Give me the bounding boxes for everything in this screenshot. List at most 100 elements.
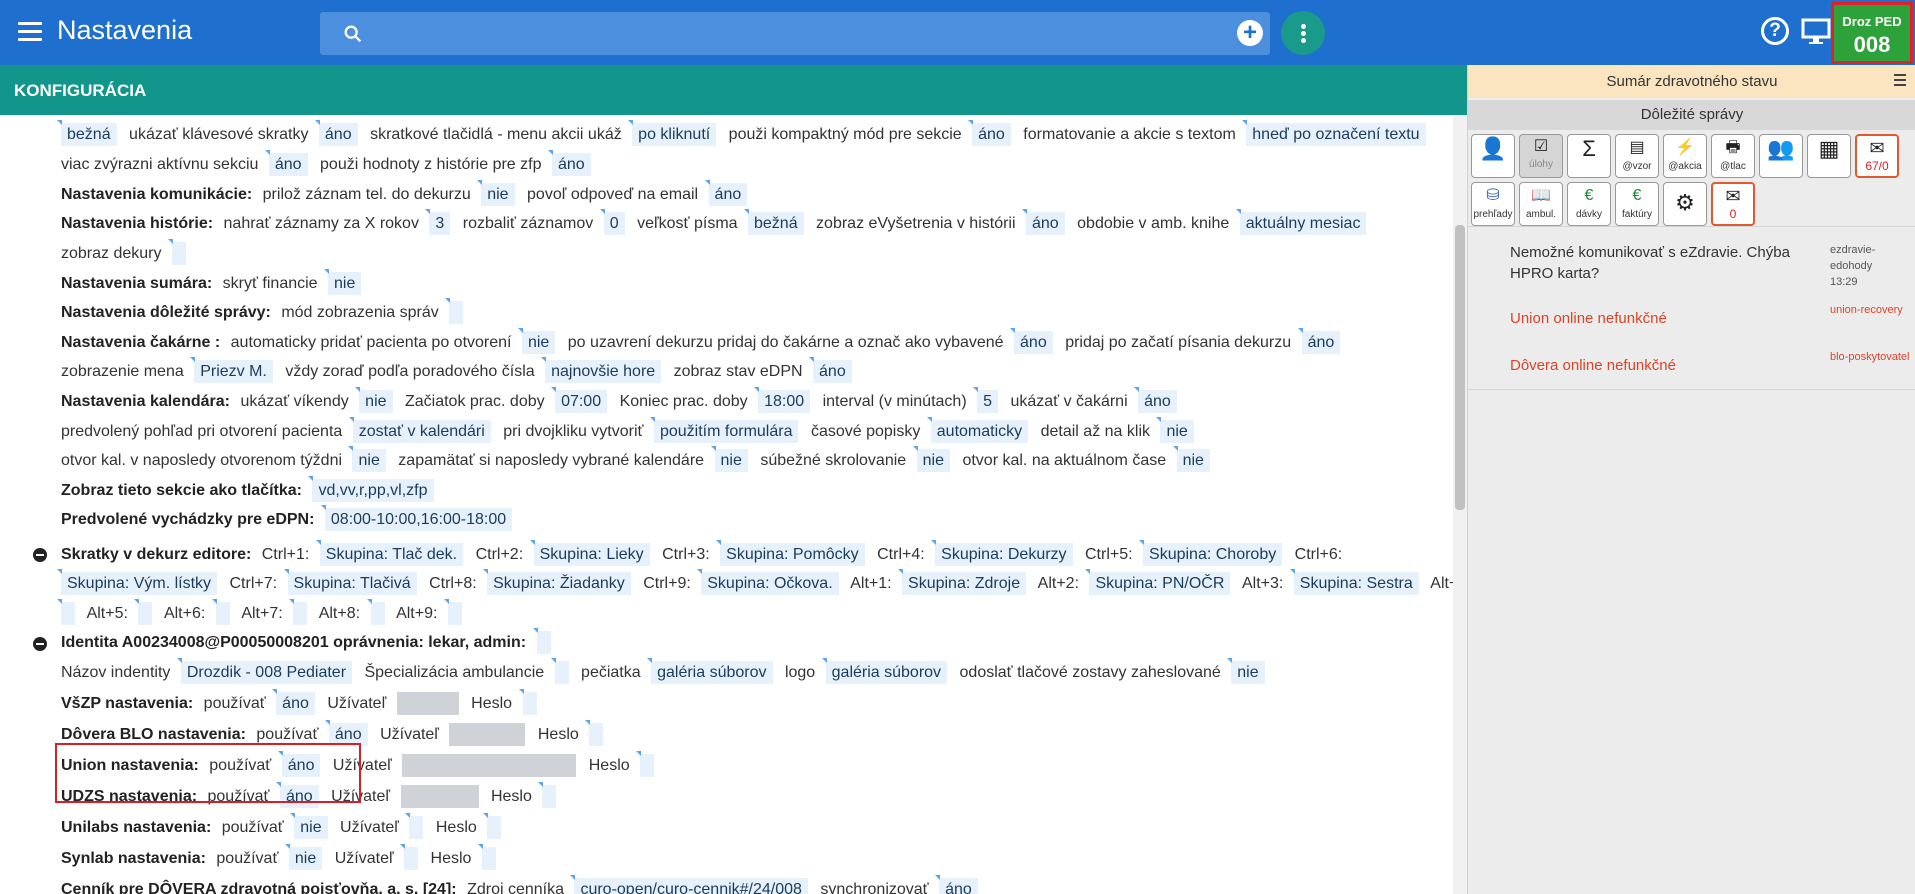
- value-name-display[interactable]: Priezv M.: [194, 360, 273, 384]
- value-compact-mode[interactable]: áno: [972, 123, 1011, 147]
- batches-tile[interactable]: € dávky: [1567, 182, 1611, 226]
- value-union-password[interactable]: [640, 754, 655, 778]
- value-highlight-section[interactable]: áno: [268, 153, 308, 177]
- search-bar[interactable]: [320, 12, 1270, 55]
- ambulance-book-tile[interactable]: 📖 ambul.: [1519, 182, 1563, 226]
- value-shortcut-menu[interactable]: po kliknutí: [632, 123, 717, 147]
- value-text-format[interactable]: hneď po označení textu: [1246, 123, 1426, 147]
- value-show-shortcuts[interactable]: áno: [318, 123, 358, 147]
- value-history-years[interactable]: 3: [429, 212, 451, 236]
- scrollbar-thumb[interactable]: [1455, 225, 1465, 510]
- value-logo[interactable]: galéria súborov: [825, 661, 948, 685]
- value-ctrl1[interactable]: Skupina: Tlač dek.: [319, 543, 464, 567]
- value-ctrl4[interactable]: Skupina: Dekurzy: [935, 543, 1073, 567]
- value-alt9[interactable]: [447, 602, 462, 626]
- value-pricelist-sync[interactable]: áno: [939, 878, 978, 894]
- dovera-user-redacted[interactable]: [449, 723, 526, 747]
- value-ctrl9[interactable]: Skupina: Očkova.: [701, 572, 839, 596]
- patient-search-tile[interactable]: 👤: [1471, 134, 1515, 178]
- summary-menu-icon[interactable]: [1894, 74, 1906, 89]
- waiting-room-tile[interactable]: 👥: [1759, 134, 1803, 178]
- value-alt4[interactable]: [61, 602, 75, 626]
- value-show-dekury[interactable]: [171, 242, 186, 266]
- menu-icon[interactable]: [18, 22, 42, 42]
- value-remember-calendars[interactable]: nie: [714, 449, 748, 473]
- message-ezdravie[interactable]: Nemožné komunikovať s eZdravie. Chýba HP…: [1510, 242, 1810, 284]
- invoices-tile[interactable]: € faktúry: [1615, 182, 1659, 226]
- value-alt6[interactable]: [215, 602, 230, 626]
- value-unilabs-password[interactable]: [487, 816, 502, 840]
- value-unilabs-use[interactable]: nie: [294, 816, 328, 840]
- value-history-font[interactable]: bežná: [748, 212, 804, 236]
- value-encrypt-prints[interactable]: nie: [1231, 661, 1265, 685]
- value-auto-add-patient[interactable]: nie: [521, 331, 556, 355]
- print-tile[interactable]: 🖶 @tlac: [1711, 134, 1755, 178]
- value-amb-period[interactable]: aktuálny mesiac: [1239, 212, 1367, 236]
- value-alt2[interactable]: Skupina: PN/OČR: [1089, 572, 1231, 596]
- value-attach-phone[interactable]: nie: [481, 183, 515, 207]
- mail-sent-tile[interactable]: ✉ 0: [1711, 182, 1755, 226]
- sum-edit-tile[interactable]: Σ: [1567, 134, 1611, 178]
- health-summary-header[interactable]: Sumár zdravotného stavu: [1468, 65, 1915, 98]
- vszp-user-redacted[interactable]: [396, 692, 459, 716]
- value-specialization[interactable]: [554, 661, 569, 685]
- content-scrollbar[interactable]: [1453, 115, 1467, 894]
- value-history-zfp[interactable]: áno: [551, 153, 591, 177]
- message-union[interactable]: Union online nefunkčné: [1510, 308, 1810, 329]
- value-ctrl6[interactable]: Skupina: Vým. lístky: [61, 572, 218, 596]
- value-edpn-state[interactable]: áno: [813, 360, 852, 384]
- value-stamp[interactable]: galéria súborov: [651, 661, 773, 685]
- value-unilabs-user[interactable]: [409, 816, 424, 840]
- user-badge[interactable]: Droz PED 008: [1831, 2, 1913, 64]
- value-synlab-use[interactable]: nie: [288, 847, 323, 871]
- add-button[interactable]: +: [1237, 20, 1263, 46]
- value-email-reply[interactable]: áno: [708, 183, 748, 207]
- value-sections-buttons[interactable]: vd,vv,r,pp,vl,zfp: [312, 479, 434, 503]
- value-identity-name[interactable]: Drozdik - 008 Pediater: [180, 661, 353, 685]
- collapse-shortcuts-icon[interactable]: [33, 548, 47, 562]
- value-vszp-password[interactable]: [522, 692, 537, 716]
- udzs-user-redacted[interactable]: [400, 785, 479, 809]
- value-font-size[interactable]: bežná: [61, 123, 117, 147]
- value-union-use[interactable]: áno: [281, 754, 321, 778]
- value-default-view[interactable]: zostať v kalendári: [352, 420, 491, 444]
- value-interval[interactable]: 5: [977, 390, 998, 414]
- settings-tile[interactable]: ⚙: [1663, 182, 1707, 226]
- union-user-redacted[interactable]: [402, 754, 577, 778]
- action-tile[interactable]: ⚡ @akcia: [1663, 134, 1707, 178]
- value-synlab-password[interactable]: [481, 847, 496, 871]
- value-pricelist-source[interactable]: curo-open/curo-cennik#/24/008: [574, 878, 808, 894]
- value-alt7[interactable]: [293, 602, 308, 626]
- value-alt8[interactable]: [370, 602, 385, 626]
- value-ctrl5[interactable]: Skupina: Choroby: [1143, 543, 1283, 567]
- value-evysetrenia[interactable]: áno: [1026, 212, 1065, 236]
- value-expand-records[interactable]: 0: [603, 212, 625, 236]
- calendar-tile[interactable]: ▦: [1807, 134, 1851, 178]
- value-weekends[interactable]: nie: [359, 390, 393, 414]
- mail-tile[interactable]: ✉ 67/0: [1855, 134, 1899, 178]
- value-dovera-password[interactable]: [589, 723, 604, 747]
- value-double-click[interactable]: použitím formulára: [653, 420, 799, 444]
- value-add-on-write[interactable]: áno: [1301, 331, 1341, 355]
- value-parallel-scroll[interactable]: nie: [916, 449, 950, 473]
- tasks-tile[interactable]: ☑ úlohy: [1519, 134, 1563, 178]
- value-ctrl7[interactable]: Skupina: Tlačivá: [287, 572, 417, 596]
- value-vszp-use[interactable]: áno: [276, 692, 315, 716]
- value-message-mode[interactable]: [449, 301, 464, 325]
- message-dovera[interactable]: Dôvera online nefunkčné: [1510, 355, 1810, 376]
- value-time-labels[interactable]: automaticky: [930, 420, 1029, 444]
- value-alt3[interactable]: Skupina: Sestra: [1293, 572, 1419, 596]
- overviews-tile[interactable]: ⛁ prehľady: [1471, 182, 1515, 226]
- collapse-identity-icon[interactable]: [33, 637, 47, 651]
- value-detail-click[interactable]: nie: [1160, 420, 1194, 444]
- value-alt1[interactable]: Skupina: Zdroje: [902, 572, 1027, 596]
- value-dovera-use[interactable]: áno: [328, 723, 368, 747]
- value-alt5[interactable]: [138, 602, 153, 626]
- value-udzs-password[interactable]: [542, 785, 557, 809]
- value-work-end[interactable]: 18:00: [758, 390, 811, 414]
- value-sort-order[interactable]: najnovšie hore: [545, 360, 662, 384]
- value-identity[interactable]: [536, 631, 551, 655]
- value-current-time[interactable]: nie: [1176, 449, 1210, 473]
- value-ctrl3[interactable]: Skupina: Pomôcky: [720, 543, 865, 567]
- value-udzs-use[interactable]: áno: [280, 785, 319, 809]
